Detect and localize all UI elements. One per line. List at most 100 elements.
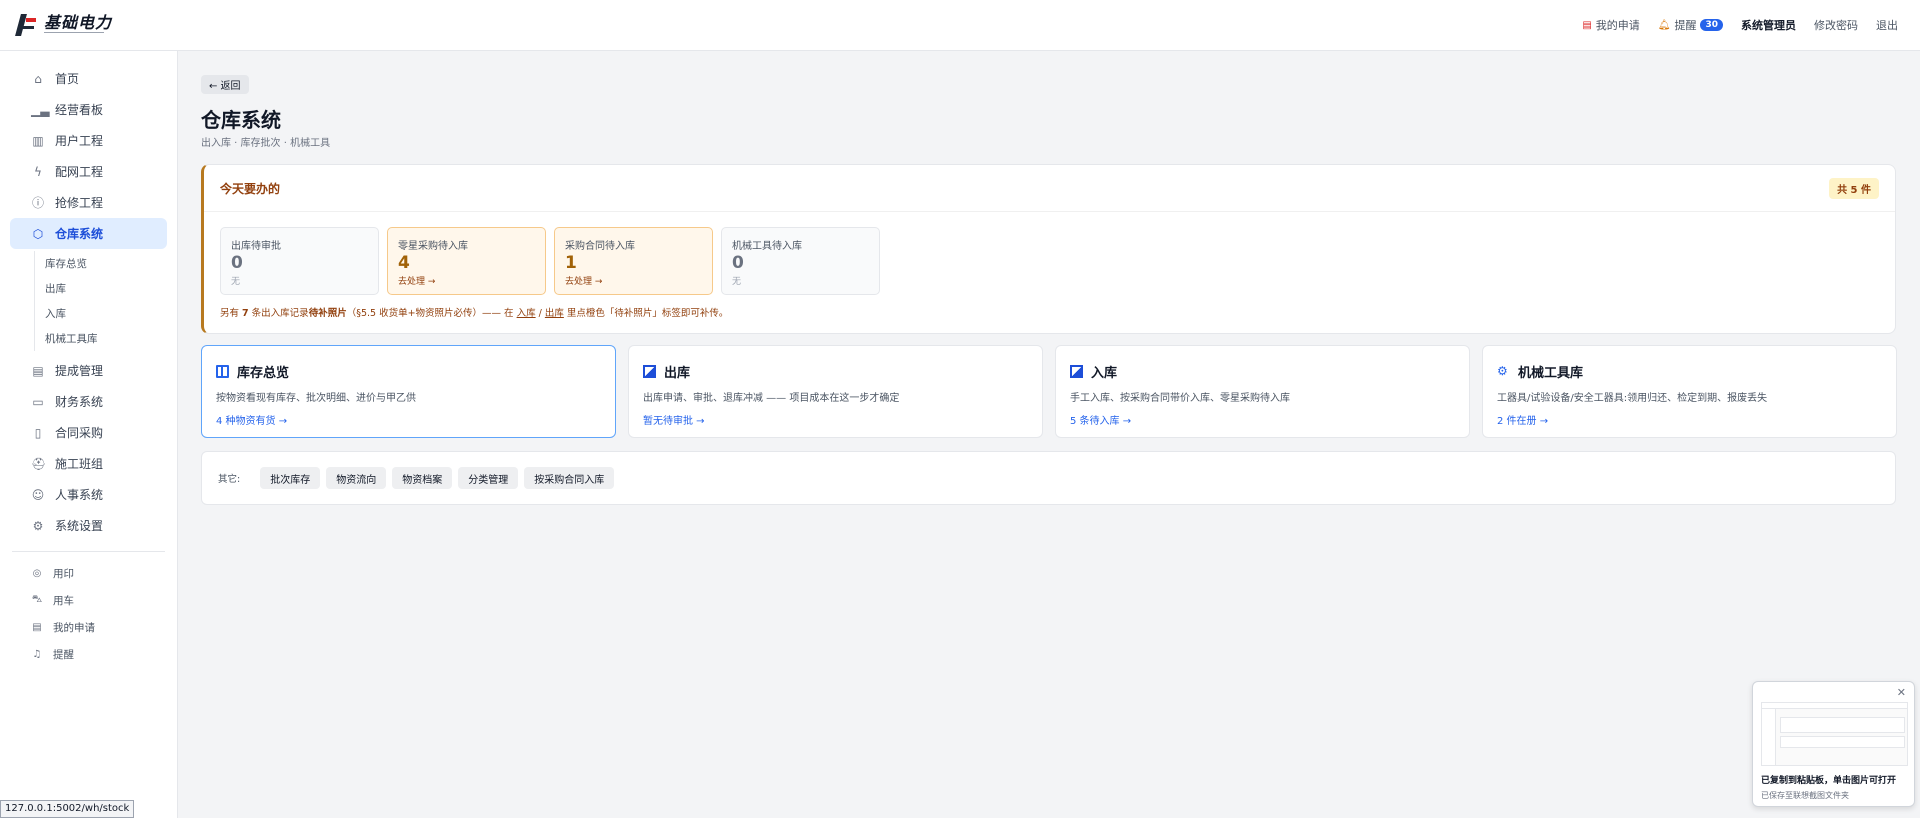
module-description: 工器具/试验设备/安全工器具:领用归还、检定到期、报废丢失 (1497, 393, 1768, 404)
tile-label: 采购合同待入库 (565, 241, 635, 252)
current-user: 系统管理员 (1741, 19, 1796, 32)
module-link[interactable]: 暂无待审批 → (643, 412, 1028, 427)
sidebar-divider (12, 551, 165, 552)
bell-icon: 🔔︎ (1657, 19, 1671, 31)
bell-icon: ♫ (32, 649, 42, 660)
submenu-item-outbound[interactable]: 出库 (35, 276, 177, 301)
chip-contract-inbound[interactable]: 按采购合同入库 (524, 467, 615, 489)
note-count: 7 (242, 308, 249, 319)
note-text: 条出入库记录 (248, 308, 309, 319)
sidebar-item-hr[interactable]: ☺ 人事系统 (10, 479, 167, 510)
sidebar-item-repair-projects[interactable]: ⓘ 抢修工程 (10, 187, 167, 218)
todo-tile-petty-purchase-inbound[interactable]: 零星采购待入库 4 去处理 → (387, 227, 546, 295)
logout-link[interactable]: 退出 (1876, 17, 1898, 33)
todo-tile-contract-inbound[interactable]: 采购合同待入库 1 去处理 → (554, 227, 713, 295)
logo-subline (44, 31, 104, 37)
logo[interactable]: 基础电力 (15, 12, 113, 38)
submenu-item-tool-library[interactable]: 机械工具库 (35, 326, 177, 351)
tile-action-link[interactable]: 去处理 → (398, 274, 535, 287)
stamp-icon: ◎ (32, 568, 42, 579)
file-icon: ▯ (34, 425, 42, 440)
chip-category-management[interactable]: 分类管理 (458, 467, 519, 489)
tile-count: 0 (732, 253, 744, 273)
submenu-item-inbound[interactable]: 入库 (35, 301, 177, 326)
todo-tile-tool-inbound[interactable]: 机械工具待入库 0 无 (721, 227, 880, 295)
sidebar-item-vehicle[interactable]: ⛍ 用车 (10, 587, 167, 614)
sidebar-item-home[interactable]: ⌂ 首页 (10, 63, 167, 94)
note-text: 另有 (220, 308, 243, 319)
tile-label: 出库待审批 (231, 241, 281, 252)
outbound-link[interactable]: 出库 (545, 308, 564, 319)
sidebar-item-seal[interactable]: ◎ 用印 (10, 560, 167, 587)
sidebar-item-settings[interactable]: ⚙ 系统设置 (10, 510, 167, 541)
sidebar-item-finance[interactable]: ▭ 财务系统 (10, 386, 167, 417)
sidebar-item-label: 财务系统 (55, 395, 104, 409)
toast-title: 已复制到粘贴板，单击图片可打开 (1761, 776, 1897, 786)
sidebar-item-my-requests[interactable]: ▤ 我的申请 (10, 614, 167, 641)
tile-action-link[interactable]: 去处理 → (565, 274, 702, 287)
reminders-link[interactable]: 🔔︎ 提醒 30 (1658, 17, 1723, 33)
box-icon: ⬡ (32, 226, 44, 241)
inbound-link[interactable]: 入库 (517, 308, 536, 319)
home-icon: ⌂ (34, 71, 42, 86)
submenu-item-stock-overview[interactable]: 库存总览 (35, 251, 177, 276)
note-separator: / (535, 308, 545, 319)
todo-card: 今天要办的 共 5 件 出库待审批 0 无 零星采购待入库 4 去处理 → 采购… (201, 164, 1896, 334)
logo-title: 基础电力 (44, 12, 113, 32)
document-icon: ▤ (32, 363, 44, 378)
chip-batch-stock[interactable]: 批次库存 (260, 467, 321, 489)
sidebar-item-label: 系统设置 (55, 519, 104, 533)
clipboard-icon: ▤ (1582, 19, 1592, 31)
module-link[interactable]: 2 件在册 → (1497, 412, 1882, 427)
todo-title: 今天要办的 (220, 181, 281, 196)
building-icon: ▥ (32, 133, 44, 148)
module-card-tool-library[interactable]: ⚙ 机械工具库 工器具/试验设备/安全工器具:领用归还、检定到期、报废丢失 2 … (1482, 345, 1897, 438)
note-text: （§5.5 收货单+物资照片必传）—— 在 (346, 308, 517, 319)
sidebar-item-label: 经营看板 (55, 103, 104, 117)
chip-material-flow[interactable]: 物资流向 (326, 467, 387, 489)
sidebar-item-contracts[interactable]: ▯ 合同采购 (10, 417, 167, 448)
module-cards: 库存总览 按物资看现有库存、批次明细、进价与甲乙供 4 种物资有货 → 出库 出… (201, 345, 1897, 438)
outbound-icon (643, 365, 656, 378)
sidebar-item-crews[interactable]: ⛑ 施工班组 (10, 448, 167, 479)
sidebar-item-label: 用印 (53, 568, 74, 580)
my-requests-link[interactable]: ▤ 我的申请 (1582, 17, 1639, 33)
sidebar-item-dashboard[interactable]: ▁▃ 经营看板 (10, 94, 167, 125)
sidebar-item-user-projects[interactable]: ▥ 用户工程 (10, 125, 167, 156)
module-card-inbound[interactable]: 入库 手工入库、按采购合同带价入库、零星采购待入库 5 条待入库 → (1055, 345, 1470, 438)
back-button[interactable]: ← 返回 (201, 75, 249, 94)
todo-tile-outbound-approval[interactable]: 出库待审批 0 无 (220, 227, 379, 295)
sidebar-item-label: 施工班组 (55, 457, 104, 471)
note-text: 里点橙色「待补照片」标签即可补传。 (563, 308, 729, 319)
close-icon[interactable]: ✕ (1897, 686, 1906, 699)
sidebar: ⌂ 首页 ▁▃ 经营看板 ▥ 用户工程 ϟ 配网工程 ⓘ 抢修工程 ⬡ 仓库系统… (0, 51, 178, 818)
module-card-outbound[interactable]: 出库 出库申请、审批、退库冲减 —— 项目成本在这一步才确定 暂无待审批 → (628, 345, 1043, 438)
screenshot-toast[interactable]: ✕ 已复制到粘贴板，单击图片可打开 已保存至联想截图文件夹 (1752, 681, 1915, 807)
module-link[interactable]: 4 种物资有货 → (216, 412, 601, 427)
chip-material-archive[interactable]: 物资档案 (392, 467, 453, 489)
module-card-stock-overview[interactable]: 库存总览 按物资看现有库存、批次明细、进价与甲乙供 4 种物资有货 → (201, 345, 616, 438)
worker-icon: ⛑ (31, 456, 47, 471)
alert-icon: ⓘ (31, 196, 44, 210)
sidebar-item-label: 首页 (55, 72, 80, 86)
user-add-icon: ☺ (31, 487, 45, 502)
sidebar-item-distribution-projects[interactable]: ϟ 配网工程 (10, 156, 167, 187)
sidebar-item-label: 配网工程 (55, 165, 104, 179)
car-icon: ⛍ (31, 594, 43, 605)
sidebar-item-commission[interactable]: ▤ 提成管理 (10, 355, 167, 386)
sidebar-item-label: 提醒 (53, 649, 74, 661)
change-password-link[interactable]: 修改密码 (1814, 17, 1858, 33)
sidebar-item-reminders[interactable]: ♫ 提醒 (10, 641, 167, 668)
gear-icon: ⚙ (1497, 364, 1508, 378)
module-description: 手工入库、按采购合同带价入库、零星采购待入库 (1070, 393, 1290, 404)
sidebar-item-label: 合同采购 (55, 426, 104, 440)
todo-total-badge: 共 5 件 (1829, 177, 1879, 199)
tile-label: 零星采购待入库 (398, 241, 468, 252)
module-link[interactable]: 5 条待入库 → (1070, 412, 1455, 427)
screenshot-thumbnail[interactable] (1761, 702, 1908, 766)
module-title: 出库 (664, 366, 691, 381)
reminders-count-badge: 30 (1700, 19, 1723, 31)
module-title: 库存总览 (237, 366, 290, 381)
sidebar-item-warehouse[interactable]: ⬡ 仓库系统 (10, 218, 167, 249)
page-title: 仓库系统 (201, 108, 281, 132)
